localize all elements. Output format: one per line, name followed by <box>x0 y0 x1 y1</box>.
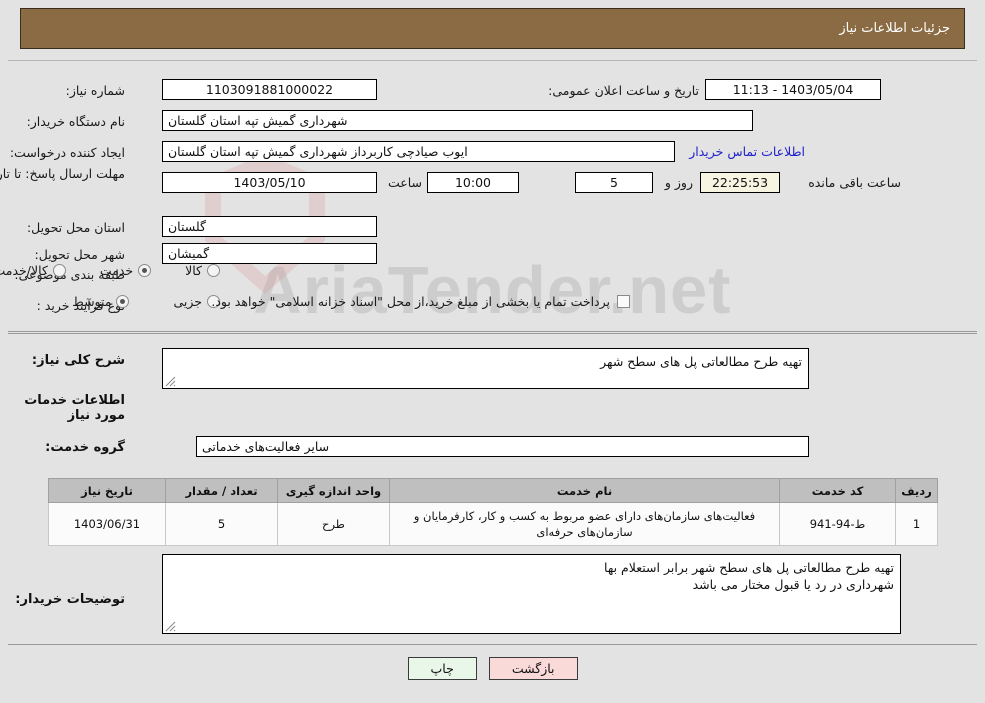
city-label: شهر محل تحویل: <box>34 247 125 262</box>
purchase-type-option-motevaset[interactable]: متوسط <box>72 294 130 309</box>
announce-datetime-row: تاریخ و ساعت اعلان عمومی: <box>548 79 699 102</box>
buyer-org-field[interactable]: شهرداری گمیش تپه استان گلستان <box>162 110 753 131</box>
deadline-time-field[interactable]: 10:00 <box>427 172 519 193</box>
need-details-panel <box>8 60 977 332</box>
radio-icon[interactable] <box>138 264 152 277</box>
city-field[interactable]: گمیشان <box>162 243 377 264</box>
buyer-notes-label: توضیحات خریدار: <box>15 592 125 607</box>
col-date: تاریخ نیاز <box>48 478 166 503</box>
announce-datetime-label: تاریخ و ساعت اعلان عمومی: <box>548 83 699 98</box>
buyer-contact-link[interactable]: اطلاعات تماس خریدار <box>689 144 805 159</box>
radio-icon[interactable] <box>52 264 66 277</box>
deadline-date-field[interactable]: 1403/05/10 <box>162 172 377 193</box>
need-number-label: شماره نیاز: <box>65 83 125 98</box>
treasury-bonds-checkbox-row[interactable]: پرداخت تمام یا بخشی از مبلغ خرید،از محل … <box>211 294 630 309</box>
deadline-label: مهلت ارسال پاسخ: تا تاریخ: <box>0 166 125 181</box>
radio-icon[interactable] <box>116 295 130 308</box>
col-index: ردیف <box>895 478 938 503</box>
purchase-type-option-label: متوسط <box>72 294 112 309</box>
resize-grip-icon[interactable] <box>165 376 176 387</box>
checkbox-icon[interactable] <box>617 295 630 308</box>
cell-code: ط-94-941 <box>779 502 896 546</box>
need-number-field[interactable]: 1103091881000022 <box>162 79 377 100</box>
category-option-kala-khedmat[interactable]: کالا/خدمت <box>0 263 66 278</box>
col-quantity: تعداد / مقدار <box>165 478 278 503</box>
category-option-kala[interactable]: کالا <box>185 263 220 278</box>
province-field[interactable]: گلستان <box>162 216 377 237</box>
need-number-row: شماره نیاز: <box>66 79 125 102</box>
radio-icon[interactable] <box>207 264 220 277</box>
deadline-days-field[interactable]: 5 <box>575 172 653 193</box>
category-option-khedmat[interactable]: خدمت <box>99 263 152 278</box>
buyer-notes-line2: شهرداری در رد یا قبول مختار می باشد <box>692 577 894 592</box>
province-label: استان محل تحویل: <box>26 220 125 235</box>
service-group-field[interactable]: سایر فعالیت‌های خدماتی <box>196 436 809 457</box>
cell-unit: طرح <box>277 502 390 546</box>
page-title: جزئیات اطلاعات نیاز <box>20 8 965 49</box>
category-radio-group: کالا خدمت کالا/خدمت <box>0 263 220 278</box>
treasury-bonds-checkbox-label: پرداخت تمام یا بخشی از مبلغ خرید،از محل … <box>211 294 610 309</box>
requester-label: ایجاد کننده درخواست: <box>9 145 125 160</box>
category-option-label: کالا/خدمت <box>0 263 48 278</box>
buyer-org-label: نام دستگاه خریدار: <box>26 114 125 129</box>
cell-index: 1 <box>895 502 938 546</box>
buyer-notes-textarea[interactable]: تهیه طرح مطالعاتی پل های سطح شهر برابر ا… <box>162 554 901 634</box>
need-summary-label: شرح کلی نیاز: <box>31 353 125 368</box>
category-option-label: کالا <box>185 263 202 278</box>
announce-datetime-field[interactable]: 1403/05/04 - 11:13 <box>705 79 881 100</box>
buyer-notes-line1: تهیه طرح مطالعاتی پل های سطح شهر برابر ا… <box>604 560 894 575</box>
page-root: AriaTender.net جزئیات اطلاعات نیاز شماره… <box>0 0 985 703</box>
deadline-countdown-suffix: ساعت باقی مانده <box>808 175 901 190</box>
back-button[interactable]: بازگشت <box>488 657 578 680</box>
service-group-label: گروه خدمت: <box>45 440 125 455</box>
col-code: کد خدمت <box>779 478 896 503</box>
purchase-type-option-label: جزیی <box>173 294 202 309</box>
print-button[interactable]: چاپ <box>407 657 477 680</box>
col-unit: واحد اندازه گیری <box>277 478 390 503</box>
cell-date: 1403/06/31 <box>48 502 166 546</box>
requester-row: ایجاد کننده درخواست: <box>10 141 125 164</box>
requester-field[interactable]: ایوب صیادچی کاربرداز شهرداری گمیش تپه اس… <box>162 141 675 162</box>
table-row: 1 ط-94-941 فعالیت‌های سازمان‌های دارای ع… <box>48 502 938 546</box>
cell-quantity: 5 <box>165 502 278 546</box>
resize-grip-icon[interactable] <box>165 621 176 632</box>
action-buttons: بازگشت چاپ <box>0 657 985 680</box>
cell-name: فعالیت‌های سازمان‌های دارای عضو مربوط به… <box>389 502 780 546</box>
province-row: استان محل تحویل: <box>27 216 125 239</box>
deadline-time-label: ساعت <box>387 175 422 190</box>
deadline-days-label: روز و <box>664 175 693 190</box>
col-name: نام خدمت <box>389 478 780 503</box>
page-title-text: جزئیات اطلاعات نیاز <box>839 21 950 36</box>
purchase-type-radio-group: جزیی متوسط <box>72 294 220 309</box>
table-header-row: ردیف کد خدمت نام خدمت واحد اندازه گیری ت… <box>48 478 938 503</box>
need-summary-text: تهیه طرح مطالعاتی پل های سطح شهر <box>600 354 802 369</box>
services-section-heading: اطلاعات خدمات مورد نیاز <box>24 393 125 423</box>
need-summary-textarea[interactable]: تهیه طرح مطالعاتی پل های سطح شهر <box>162 348 809 389</box>
buyer-org-row: نام دستگاه خریدار: <box>27 110 125 133</box>
services-table: ردیف کد خدمت نام خدمت واحد اندازه گیری ت… <box>48 478 938 546</box>
category-option-label: خدمت <box>99 263 134 278</box>
deadline-countdown-field: 22:25:53 <box>700 172 780 193</box>
